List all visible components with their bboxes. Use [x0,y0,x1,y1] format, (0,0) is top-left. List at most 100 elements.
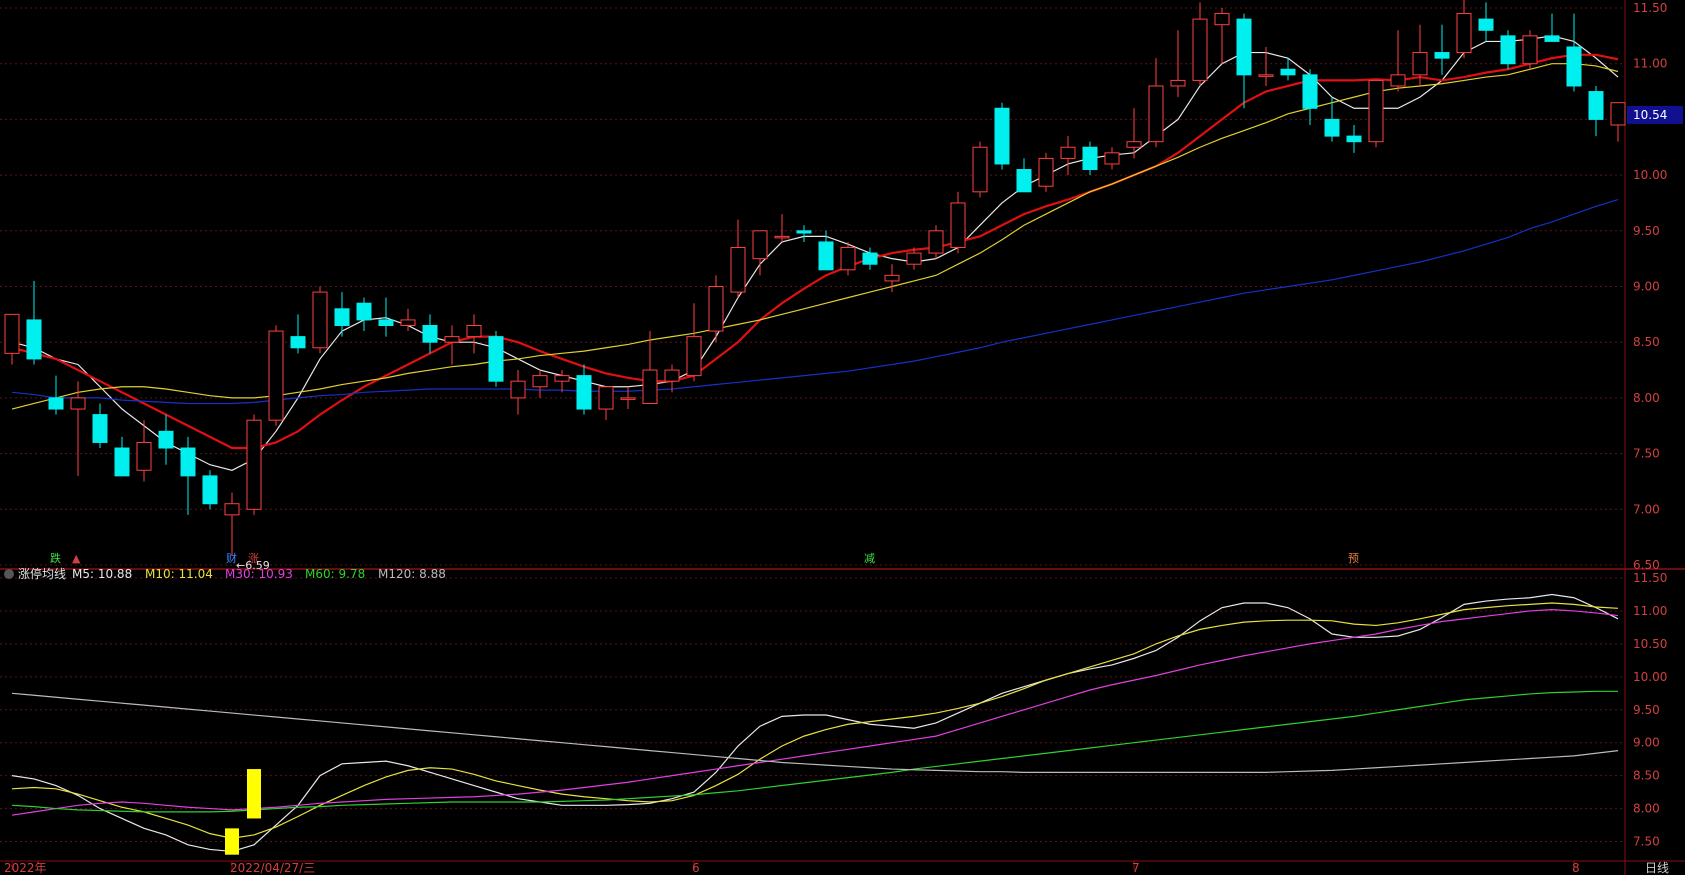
candle-body [1610,102,1626,126]
candle-body [4,313,20,354]
candle-body [730,247,746,293]
candle-body [1280,68,1296,76]
candle-body [158,430,174,449]
candle-body [752,230,768,260]
legend-item: M5: 10.88 [72,567,132,581]
candle-body [422,324,438,343]
candle-body [1456,13,1472,54]
candle-body [598,386,614,410]
candle-body [708,286,724,332]
candle-body [1522,35,1538,65]
candle [994,102,1010,170]
candle-body [488,336,504,382]
candle-body [202,475,218,505]
event-marker: 预 [1348,552,1359,565]
candle-body [92,414,108,443]
candle-body [1544,35,1560,42]
candle-body [642,369,658,404]
candle [1038,152,1054,192]
y-tick-label: 8.00 [1633,802,1660,816]
period-label[interactable]: 日线 [1645,861,1669,875]
candle-body [1302,74,1318,109]
candle-body [1038,157,1054,187]
y-tick-label: 9.50 [1633,703,1660,717]
price-tag-text: 10.54 [1633,108,1667,122]
candle [488,331,504,387]
candle-body [334,308,350,326]
candle-body [246,419,262,510]
candle-body [884,274,900,282]
candle-body [466,324,482,338]
candle-body [1236,18,1252,76]
event-marker: ▲ [72,552,81,565]
candle-body [1566,46,1582,87]
candle-body [664,369,680,382]
x-tick-label: 6 [692,861,700,875]
candle-body [972,146,988,193]
candle-body [576,375,592,410]
x-tick-label: 2022/04/27/三 [230,861,315,875]
candle-body [1016,169,1032,193]
candle-body [1104,152,1120,165]
x-tick-label: 7 [1132,861,1140,875]
current-price-tag: 10.54 [1627,105,1683,124]
candle-body [1478,18,1494,31]
candle-body [532,375,548,388]
candle-body [1588,91,1604,120]
candle-body [1500,35,1516,65]
y-tick-label: 11.00 [1633,604,1667,618]
candle [1500,30,1516,70]
candle-body [774,235,790,239]
legend-item: M60: 9.78 [305,567,365,581]
y-tick-label: 8.50 [1633,769,1660,783]
candle-body [554,375,570,382]
candle-body [290,336,306,349]
candle-body [1390,74,1406,87]
candle-body [1192,18,1208,81]
y-tick-label: 7.00 [1633,502,1660,516]
signal-bar [225,828,239,855]
candle-body [686,336,702,377]
candle [1522,30,1538,70]
candle-body [510,380,526,399]
y-tick-label: 11.50 [1633,571,1667,585]
candle-body [840,247,856,271]
candle-body [1170,79,1186,87]
candle-body [356,302,372,321]
candle-body [994,107,1010,165]
candle-body [312,291,328,349]
legend-item: M10: 11.04 [145,567,213,581]
y-tick-label: 11.00 [1633,57,1667,71]
candle-body [818,241,834,271]
candle-body [1082,146,1098,171]
indicator-name: 涨停均线 [18,566,66,581]
event-marker: 跌 [50,551,61,565]
y-tick-label: 8.50 [1633,335,1660,349]
candle-body [378,319,394,326]
signal-bar [247,769,261,819]
candle-body [1412,52,1428,76]
candle [1368,79,1384,148]
event-marker: 减 [864,552,875,565]
period-label-text: 日线 [1645,861,1669,875]
y-tick-label: 8.00 [1633,391,1660,405]
candle-body [26,319,42,360]
candle [268,325,284,426]
legend-item: M120: 8.88 [378,567,446,581]
candle-body [1126,141,1142,148]
y-tick-label: 9.00 [1633,736,1660,750]
y-tick-label: 10.00 [1633,670,1667,684]
candle-body [1346,135,1362,143]
y-tick-label: 10.00 [1633,168,1667,182]
legend-item: M30: 10.93 [225,567,293,581]
candle-body [48,397,64,410]
y-tick-label: 11.50 [1633,1,1667,15]
candle [246,414,262,515]
y-tick-label: 7.50 [1633,835,1660,849]
candle-body [136,441,152,471]
candle-body [268,330,284,421]
candle [312,286,328,354]
candle-body [114,447,130,477]
candle-body [862,252,878,265]
candle-body [1434,52,1450,59]
